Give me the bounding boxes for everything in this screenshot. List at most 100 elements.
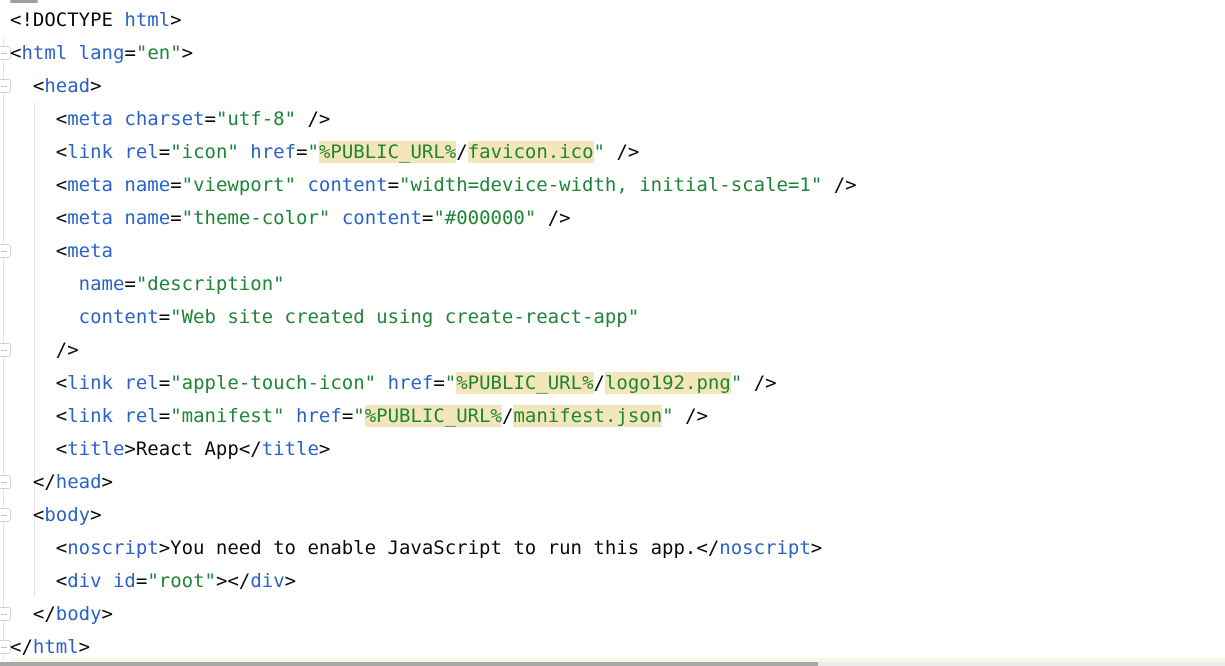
code-token: You need to enable JavaScript to run thi… (170, 537, 696, 559)
code-line[interactable]: <meta charset="utf-8" /> (10, 103, 857, 136)
code-token: meta (67, 108, 113, 130)
code-token: div (67, 570, 101, 592)
code-token: = (433, 372, 444, 394)
code-token: </ (227, 570, 250, 592)
code-token: > (124, 438, 135, 460)
code-token: "#000000" (433, 207, 536, 229)
code-token: "manifest" (170, 405, 284, 427)
code-token: " (662, 405, 673, 427)
horizontal-scrollbar[interactable] (0, 662, 1225, 666)
code-token: "en" (136, 42, 182, 64)
code-token (67, 42, 78, 64)
code-token: noscript (67, 537, 159, 559)
code-token: "theme-color" (182, 207, 331, 229)
code-token: " (353, 405, 364, 427)
code-token: link (67, 372, 113, 394)
code-line[interactable]: <head> (10, 70, 857, 103)
code-line[interactable]: <!DOCTYPE html> (10, 4, 857, 37)
code-token (113, 141, 124, 163)
code-token: meta (67, 207, 113, 229)
code-token: > (216, 570, 227, 592)
code-token: > (102, 471, 113, 493)
code-token: > (79, 636, 90, 658)
code-line[interactable]: <meta name="theme-color" content="#00000… (10, 202, 857, 235)
code-token: = (170, 174, 181, 196)
code-token: <!DOCTYPE (10, 9, 124, 31)
code-token: < (10, 372, 67, 394)
code-token: / (594, 372, 605, 394)
code-token: = (159, 372, 170, 394)
code-token: " (445, 372, 456, 394)
code-line[interactable]: <meta name="viewport" content="width=dev… (10, 169, 857, 202)
code-line[interactable]: </head> (10, 466, 857, 499)
code-token: = (136, 570, 147, 592)
code-line[interactable]: <link rel="manifest" href="%PUBLIC_URL%/… (10, 400, 857, 433)
code-token: </ (10, 636, 33, 658)
code-token: > (182, 42, 193, 64)
code-line[interactable]: <body> (10, 499, 857, 532)
code-line[interactable]: <meta (10, 235, 857, 268)
code-token (376, 372, 387, 394)
code-line[interactable]: <div id="root"></div> (10, 565, 857, 598)
code-token: title (67, 438, 124, 460)
code-token: "utf-8" (216, 108, 296, 130)
code-token: " (731, 372, 742, 394)
code-token: /> (674, 405, 708, 427)
code-token (113, 207, 124, 229)
code-token: head (56, 471, 102, 493)
code-line[interactable]: <html lang="en"> (10, 37, 857, 70)
code-token: content (307, 174, 387, 196)
code-token: link (67, 141, 113, 163)
code-token: < (10, 75, 44, 97)
code-token: < (10, 438, 67, 460)
code-token: > (319, 438, 330, 460)
code-token: name (79, 273, 125, 295)
code-token: rel (124, 141, 158, 163)
scrollbar-thumb[interactable] (0, 662, 818, 666)
code-token: </ (239, 438, 262, 460)
code-token: < (10, 141, 67, 163)
code-token: > (102, 603, 113, 625)
code-token: link (67, 405, 113, 427)
code-token: "apple-touch-icon" (170, 372, 376, 394)
code-token: html (21, 42, 67, 64)
code-line[interactable]: <link rel="icon" href="%PUBLIC_URL%/favi… (10, 136, 857, 169)
code-token: /> (10, 339, 79, 361)
code-token: < (10, 537, 67, 559)
code-token (285, 405, 296, 427)
code-token: / (502, 405, 513, 427)
code-token: rel (124, 372, 158, 394)
code-token: div (250, 570, 284, 592)
code-token: lang (79, 42, 125, 64)
code-token (296, 174, 307, 196)
scrollbar-thumb-top[interactable] (10, 0, 38, 3)
code-token: </ (10, 471, 56, 493)
code-line[interactable]: content="Web site created using create-r… (10, 301, 857, 334)
code-token: %PUBLIC_URL% (456, 372, 593, 394)
code-token: = (124, 42, 135, 64)
code-token: head (44, 75, 90, 97)
code-token: > (170, 9, 181, 31)
code-line[interactable]: <title>React App</title> (10, 433, 857, 466)
code-line[interactable]: name="description" (10, 268, 857, 301)
code-line[interactable]: <noscript>You need to enable JavaScript … (10, 532, 857, 565)
code-token: id (113, 570, 136, 592)
code-line[interactable]: <link rel="apple-touch-icon" href="%PUBL… (10, 367, 857, 400)
code-token: < (10, 207, 67, 229)
code-token: < (10, 570, 67, 592)
code-token: "description" (136, 273, 285, 295)
code-token (330, 207, 341, 229)
code-line[interactable]: /> (10, 334, 857, 367)
code-token: name (124, 207, 170, 229)
code-token: logo192.png (605, 372, 731, 394)
code-token (10, 306, 79, 328)
code-token: = (159, 306, 170, 328)
code-token: href (388, 372, 434, 394)
code-editor[interactable]: <!DOCTYPE html><html lang="en"> <head> <… (0, 0, 1225, 666)
code-token: %PUBLIC_URL% (319, 141, 456, 163)
code-token: /> (296, 108, 330, 130)
code-token: /> (822, 174, 856, 196)
code-token: favicon.ico (468, 141, 594, 163)
code-text-area[interactable]: <!DOCTYPE html><html lang="en"> <head> <… (0, 4, 857, 664)
code-line[interactable]: </body> (10, 598, 857, 631)
